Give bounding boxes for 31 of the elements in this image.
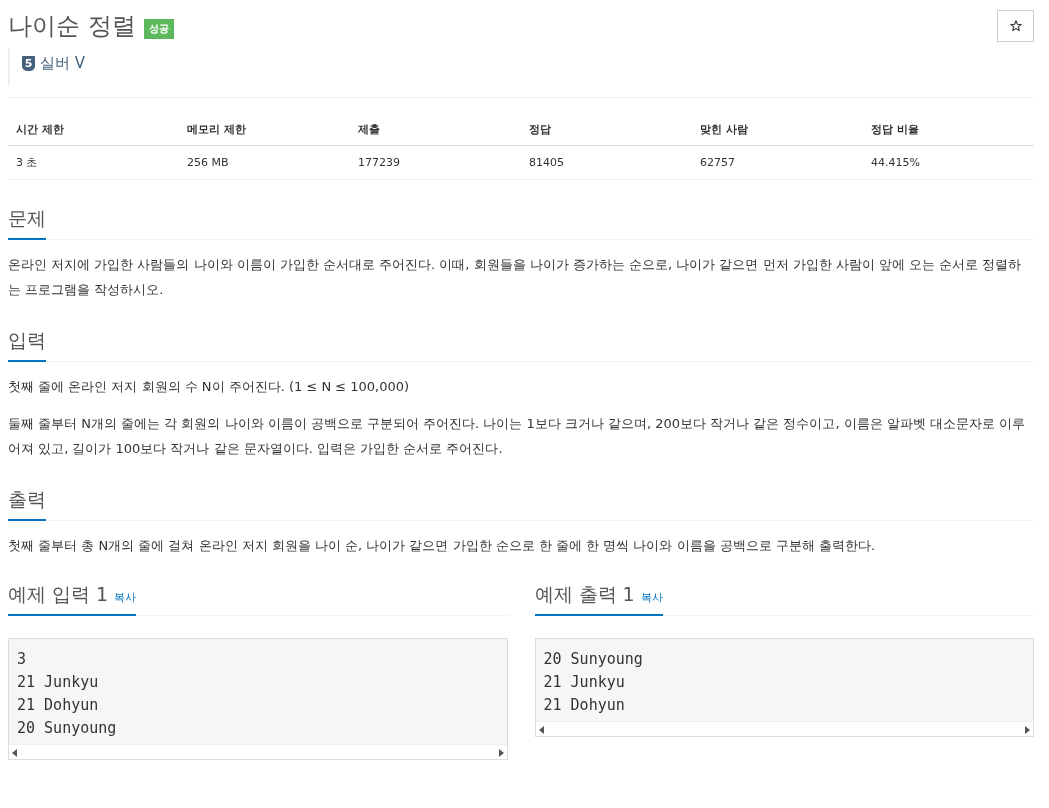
sample-heading: 예제 출력 1 [534, 582, 635, 607]
sample-heading: 예제 입력 1 [8, 582, 109, 607]
sample-code: 20 Sunyoung 21 Junkyu 21 Dohyun [542, 649, 644, 716]
column-header: 맞힌 사람 [692, 114, 863, 146]
paragraph: 온라인 저지에 가입한 사람들의 나이와 이름이 가입한 순서대로 주어진다. 이때, 회원들을 나이가 증가하는 순으로, 나이가 같으면 먼저 가입한 사람이 앞에 오는 순서로 정렬하는 프로그램을 작성하시오. [8, 256, 1023, 299]
section-heading: 출력 [8, 487, 46, 521]
tier-badge-icon: 5 [22, 56, 35, 71]
table-cell: 62757 [692, 145, 863, 180]
paragraph: 첫째 줄부터 총 N개의 줄에 걸쳐 온라인 저지 회원을 나이 순, 나이가 같으면 가입한 순으로 한 줄에 한 명씩 나이와 이름을 공백으로 구분해 출력한다. [8, 537, 877, 555]
star-icon [1009, 20, 1022, 32]
result-badge: 성공 [143, 19, 174, 39]
sample-code: 3 21 Junkyu 21 Dohyun 20 Sunyoung [16, 649, 118, 739]
section-heading: 문제 [8, 206, 46, 240]
column-header: 시간 제한 [8, 114, 179, 146]
favorite-button[interactable] [997, 10, 1034, 42]
paragraph: 둘째 줄부터 N개의 줄에는 각 회원의 나이와 이름이 공백으로 구분되어 주어진다. 나이는 1보다 크거나 같으며, 200보다 작거나 같은 정수이고, 이름은 알파벳 대소문자로 이루어져 있고, 길이가 100보다 작거나 같은 문자열이다. 입력은 가입한 순서로 주어진다. [8, 415, 1027, 458]
table-cell: 177239 [350, 145, 521, 180]
table-cell: 81405 [521, 145, 692, 180]
column-header: 정답 [521, 114, 692, 146]
table-cell: 256 MB [179, 145, 350, 180]
paragraph: 첫째 줄에 온라인 저지 회원의 수 N이 주어진다. (1 ≤ N ≤ 100,000) [8, 378, 411, 396]
table-cell: 44.415% [863, 145, 1034, 180]
table-cell: 3 초 [8, 145, 179, 180]
copy-link[interactable]: 복사 [114, 590, 137, 608]
column-header: 메모리 제한 [179, 114, 350, 146]
section-heading: 입력 [8, 328, 46, 362]
column-header: 제출 [350, 114, 521, 146]
column-header: 정답 비율 [863, 114, 1034, 146]
tier-label: 실버 V [40, 54, 86, 73]
copy-link[interactable]: 복사 [640, 590, 663, 608]
problem-title: 나이순 정렬 [8, 11, 136, 42]
